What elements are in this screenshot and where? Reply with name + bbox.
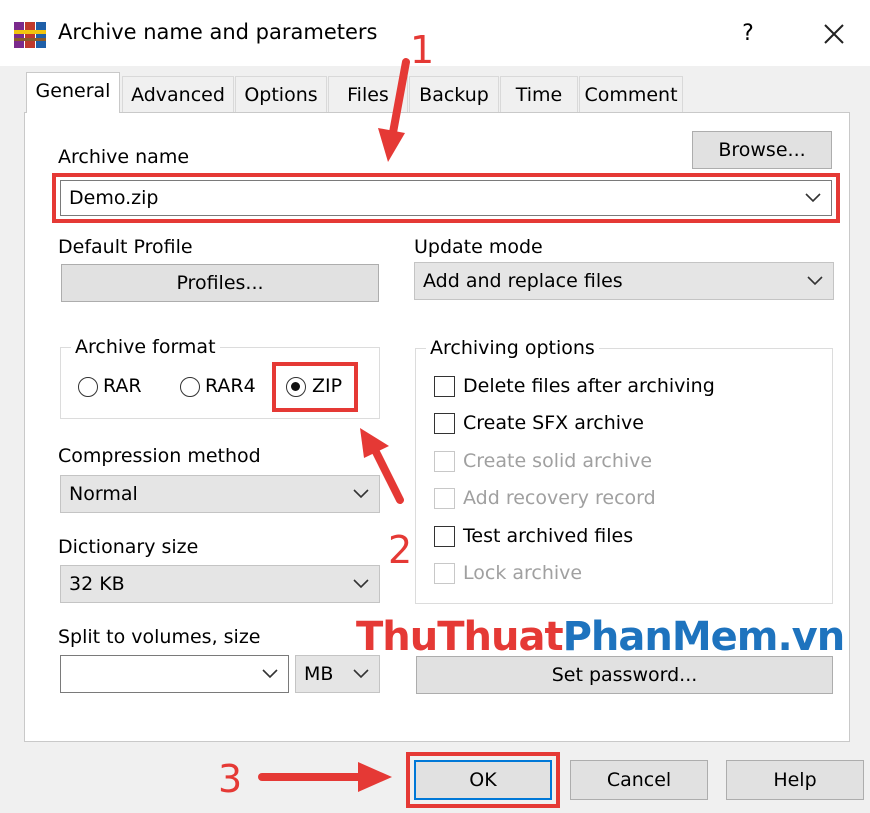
watermark-part2: PhanMem [562, 614, 779, 660]
title-help-button[interactable]: ? [730, 18, 766, 50]
annotation-highlight-archive-name [52, 173, 840, 223]
tab-general[interactable]: General [26, 72, 120, 113]
compression-method-label: Compression method [58, 445, 261, 467]
cancel-button[interactable]: Cancel [570, 760, 708, 800]
set-password-button[interactable]: Set password... [416, 656, 833, 694]
recovery-record-label: Add recovery record [463, 487, 656, 509]
rar4-radio-label[interactable]: RAR4 [205, 375, 256, 397]
create-solid-label: Create solid archive [463, 450, 653, 472]
delete-files-checkbox[interactable] [434, 376, 455, 397]
dictionary-size-label: Dictionary size [58, 536, 199, 558]
compression-method-select[interactable]: Normal [60, 475, 380, 513]
tab-comment[interactable]: Comment [579, 76, 683, 112]
create-solid-checkbox [434, 451, 455, 472]
tab-advanced[interactable]: Advanced [122, 76, 234, 112]
tab-files[interactable]: Files [328, 76, 408, 112]
recovery-record-checkbox [434, 488, 455, 509]
update-mode-value: Add and replace files [423, 270, 623, 292]
title-bar: Archive name and parameters ? [0, 0, 870, 66]
test-archived-checkbox[interactable] [434, 526, 455, 547]
rar-radio-label[interactable]: RAR [103, 375, 142, 397]
delete-files-label[interactable]: Delete files after archiving [463, 375, 715, 397]
annotation-number-3: 3 [218, 757, 243, 801]
chevron-down-icon [262, 669, 278, 679]
archive-name-label: Archive name [58, 146, 190, 168]
help-button[interactable]: Help [726, 760, 864, 800]
rar4-radio[interactable] [180, 377, 200, 397]
close-icon[interactable] [812, 18, 856, 50]
tab-options[interactable]: Options [235, 76, 327, 112]
window-title: Archive name and parameters [58, 20, 378, 44]
watermark-part1: ThuThuat [356, 614, 564, 660]
default-profile-label: Default Profile [58, 236, 193, 258]
chevron-down-icon [353, 669, 369, 679]
watermark-part3: .vn [777, 614, 845, 660]
update-mode-label: Update mode [414, 236, 543, 258]
create-sfx-label[interactable]: Create SFX archive [463, 412, 644, 434]
rar-radio[interactable] [78, 377, 98, 397]
annotation-highlight-ok [406, 752, 560, 808]
update-mode-select[interactable]: Add and replace files [414, 262, 834, 300]
lock-archive-label: Lock archive [463, 562, 583, 584]
compression-method-value: Normal [69, 483, 138, 505]
annotation-highlight-zip [272, 362, 358, 412]
watermark: ThuThuatPhanMem.vn [356, 614, 845, 660]
dictionary-size-select[interactable]: 32 KB [60, 565, 380, 603]
archive-format-title: Archive format [71, 336, 220, 358]
arrow-3-head [358, 762, 392, 792]
dictionary-size-value: 32 KB [69, 573, 125, 595]
test-archived-label[interactable]: Test archived files [463, 525, 633, 547]
split-unit-value: MB [304, 663, 334, 685]
chevron-down-icon [807, 276, 823, 286]
chevron-down-icon [353, 579, 369, 589]
tab-time[interactable]: Time [500, 76, 578, 112]
split-volumes-input[interactable] [60, 655, 289, 693]
archiving-options-title: Archiving options [426, 337, 599, 359]
create-sfx-checkbox[interactable] [434, 413, 455, 434]
chevron-down-icon [353, 489, 369, 499]
lock-archive-checkbox [434, 563, 455, 584]
profiles-button[interactable]: Profiles... [61, 264, 379, 302]
winrar-app-icon [14, 22, 46, 48]
split-volumes-label: Split to volumes, size [58, 626, 261, 648]
annotation-number-2: 2 [388, 528, 413, 572]
tab-backup[interactable]: Backup [409, 76, 499, 112]
browse-button[interactable]: Browse... [692, 131, 832, 169]
annotation-number-1: 1 [410, 28, 435, 72]
split-unit-select[interactable]: MB [295, 655, 380, 693]
